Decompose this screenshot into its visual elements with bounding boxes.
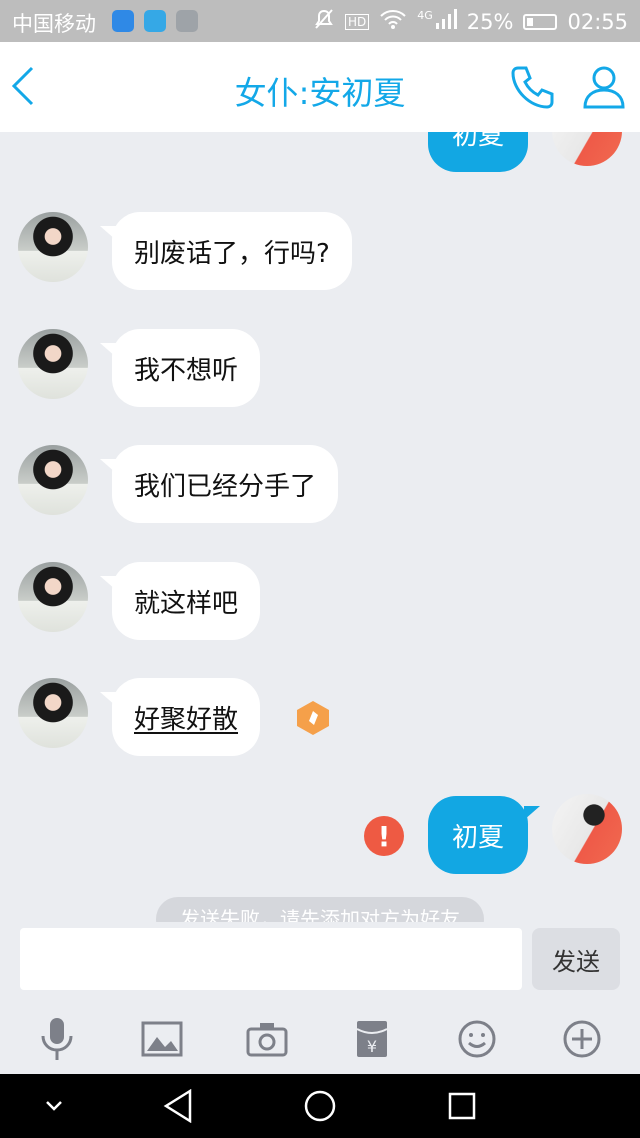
chevron-down-icon[interactable] bbox=[34, 1086, 74, 1126]
clock: 02:55 bbox=[567, 9, 628, 34]
mute-icon bbox=[313, 8, 335, 35]
contact-avatar[interactable] bbox=[18, 445, 88, 515]
hexagon-badge-icon[interactable] bbox=[296, 700, 330, 740]
message-bubble-in[interactable]: 就这样吧 bbox=[99, 562, 261, 640]
microphone-icon[interactable] bbox=[32, 1014, 82, 1064]
battery-icon bbox=[523, 13, 558, 30]
send-failed-icon[interactable]: ! bbox=[364, 816, 404, 856]
system-notice: 发送失败，请先添加对方为好友 bbox=[156, 897, 484, 922]
message-text: 别废话了，行吗? bbox=[134, 238, 330, 269]
profile-icon[interactable] bbox=[582, 64, 626, 114]
send-button[interactable]: 发送 bbox=[532, 928, 620, 990]
app-notification-icon bbox=[144, 10, 166, 32]
message-text: 我不想听 bbox=[134, 355, 239, 386]
message-text: 好聚好散 bbox=[134, 704, 239, 735]
contact-avatar[interactable] bbox=[18, 212, 88, 282]
contact-avatar[interactable] bbox=[18, 329, 88, 399]
svg-text:¥: ¥ bbox=[367, 1037, 377, 1056]
system-nav-bar bbox=[0, 1074, 640, 1138]
gallery-notification-icon bbox=[176, 10, 198, 32]
plus-icon[interactable] bbox=[557, 1014, 607, 1064]
chat-area[interactable]: 初夏 别废话了，行吗? 我不想听 我们已经分手了 就这样吧 好聚好散 ! 初夏 … bbox=[0, 132, 640, 922]
nav-recents-icon[interactable] bbox=[442, 1086, 482, 1126]
my-avatar[interactable] bbox=[552, 132, 622, 166]
input-toolbar: ¥ bbox=[0, 1002, 640, 1074]
message-bubble-out[interactable]: 初夏 bbox=[428, 796, 540, 874]
message-bubble-out[interactable]: 初夏 bbox=[428, 132, 528, 172]
status-bar: 中国移动 HD 4G 25% 02:55 bbox=[0, 0, 640, 42]
contact-avatar[interactable] bbox=[18, 562, 88, 632]
nav-home-icon[interactable] bbox=[300, 1086, 340, 1126]
battery-percent: 25% bbox=[466, 9, 514, 34]
message-bubble-in[interactable]: 我们已经分手了 bbox=[99, 445, 339, 523]
image-icon[interactable] bbox=[137, 1014, 187, 1064]
nav-back-icon[interactable] bbox=[158, 1086, 198, 1126]
wifi-icon bbox=[379, 9, 407, 34]
message-bubble-in[interactable]: 我不想听 bbox=[99, 329, 261, 407]
qq-security-icon bbox=[112, 10, 134, 32]
message-bubble-in[interactable]: 别废话了，行吗? bbox=[100, 212, 352, 290]
nav-bar: 女仆:安初夏 bbox=[0, 42, 640, 132]
message-text: 我们已经分手了 bbox=[134, 471, 317, 502]
message-text: 初夏 bbox=[451, 822, 504, 853]
hd-icon: HD bbox=[344, 13, 370, 30]
camera-icon[interactable] bbox=[242, 1014, 292, 1064]
my-avatar[interactable] bbox=[552, 794, 622, 864]
emoji-icon[interactable] bbox=[452, 1014, 502, 1064]
message-input[interactable] bbox=[20, 928, 522, 990]
network-type: 4G bbox=[417, 9, 433, 22]
signal-icon bbox=[435, 8, 457, 35]
carrier-name: 中国移动 bbox=[12, 12, 96, 36]
red-packet-icon[interactable]: ¥ bbox=[347, 1014, 397, 1064]
contact-avatar[interactable] bbox=[18, 678, 88, 748]
message-text: 就这样吧 bbox=[134, 588, 239, 619]
message-bubble-in[interactable]: 好聚好散 bbox=[99, 678, 261, 756]
status-right: HD 4G 25% 02:55 bbox=[313, 8, 628, 35]
composer: 发送 bbox=[0, 922, 640, 1002]
message-text: 初夏 bbox=[451, 132, 504, 151]
phone-icon[interactable] bbox=[510, 64, 556, 114]
